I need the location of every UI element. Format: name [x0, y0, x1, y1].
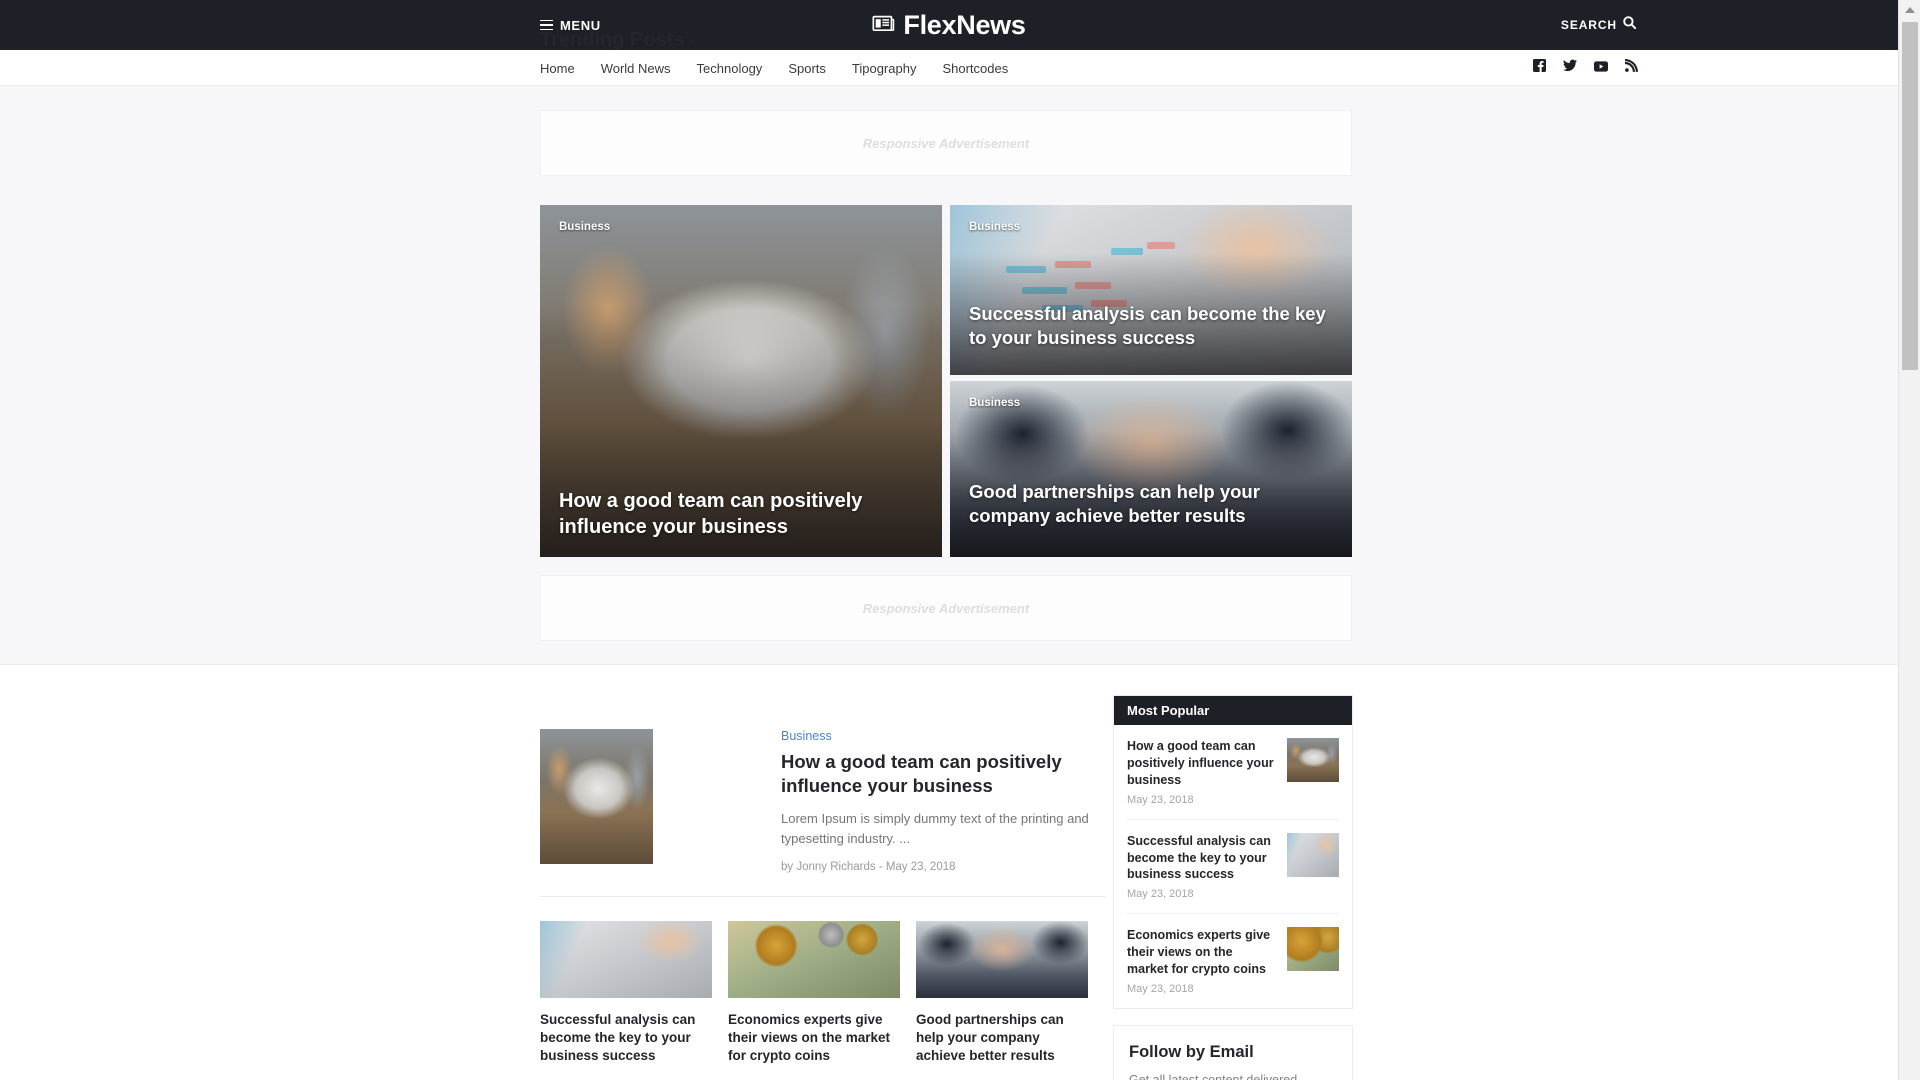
featured-post-category[interactable]: Business: [781, 729, 1106, 743]
popular-item-date: May 23, 2018: [1127, 793, 1194, 806]
featured-post-meta: by Jonny Richards - May 23, 2018: [781, 861, 956, 874]
youtube-icon[interactable]: [1594, 59, 1608, 77]
hero-card-primary-category: Business: [559, 221, 611, 233]
post-card: Good partnerships can help your company …: [916, 921, 1088, 1065]
advertisement-bottom: Responsive Advertisement: [540, 575, 1352, 641]
main-navigation: Home World News Technology Sports Tipogr…: [0, 50, 1898, 86]
advertisement-top-label: Responsive Advertisement: [862, 135, 1030, 151]
trending-posts-title: Trending Posts: [540, 29, 685, 51]
nav-item-shortcodes[interactable]: Shortcodes: [942, 61, 1008, 76]
popular-item-title[interactable]: Successful analysis can become the key t…: [1127, 833, 1277, 884]
post-card-title[interactable]: Successful analysis can become the key t…: [540, 1011, 712, 1065]
nav-item-home[interactable]: Home: [540, 61, 575, 76]
popular-item-text: How a good team can positively influence…: [1127, 738, 1277, 806]
popular-item-thumbnail[interactable]: [1287, 738, 1339, 782]
nav-item-tipography[interactable]: Tipography: [852, 61, 917, 76]
post-card: Economics experts give their views on th…: [728, 921, 900, 1065]
most-popular-widget: Most Popular How a good team can positiv…: [1113, 695, 1353, 1009]
top-bar: MENU FlexNews SEARCH: [0, 0, 1898, 50]
most-popular-list: How a good team can positively influence…: [1114, 725, 1352, 1008]
twitter-icon[interactable]: [1563, 59, 1577, 77]
post-card: Successful analysis can become the key t…: [540, 921, 712, 1065]
follow-by-email-description: Get all latest content delivered straigh…: [1129, 1072, 1298, 1080]
hero-card-primary[interactable]: Business How a good team can positively …: [540, 205, 942, 557]
search-icon: [1623, 16, 1637, 34]
featured-post-thumbnail[interactable]: [540, 729, 653, 864]
list-item: Economics experts give their views on th…: [1127, 914, 1339, 1008]
follow-by-email-title: Follow by Email: [1129, 1042, 1254, 1061]
post-card-title[interactable]: Good partnerships can help your company …: [916, 1011, 1088, 1065]
nav-links: Home World News Technology Sports Tipogr…: [540, 50, 1008, 86]
list-item: How a good team can positively influence…: [1127, 725, 1339, 820]
post-card-thumbnail[interactable]: [540, 921, 712, 998]
site-title: FlexNews: [903, 9, 1026, 40]
most-popular-title: Most Popular: [1127, 703, 1210, 718]
chevron-right-icon: ›: [689, 32, 695, 49]
featured-post-body: Business How a good team can positively …: [781, 729, 1106, 873]
rss-icon[interactable]: [1625, 59, 1638, 77]
site-logo[interactable]: FlexNews: [872, 9, 1026, 41]
post-card-title[interactable]: Economics experts give their views on th…: [728, 1011, 900, 1065]
page-root: MENU FlexNews SEARCH Home World News Tec…: [0, 0, 1920, 1080]
scrollbar-track[interactable]: [1898, 0, 1920, 1080]
advertisement-bottom-label: Responsive Advertisement: [862, 600, 1030, 616]
popular-item-title[interactable]: How a good team can positively influence…: [1127, 738, 1277, 789]
nav-item-technology[interactable]: Technology: [697, 61, 763, 76]
popular-item-title[interactable]: Economics experts give their views on th…: [1127, 927, 1277, 978]
hero-card-primary-title: How a good team can positively influence…: [559, 490, 863, 538]
advertisement-top: Responsive Advertisement: [540, 110, 1352, 176]
post-card-thumbnail[interactable]: [728, 921, 900, 998]
popular-item-thumbnail[interactable]: [1287, 927, 1339, 972]
most-popular-header: Most Popular: [1114, 696, 1352, 725]
popular-item-thumbnail[interactable]: [1287, 832, 1339, 877]
hero-card-secondary-2-category: Business: [969, 397, 1021, 409]
hero-section: Responsive Advertisement Business How a …: [0, 86, 1898, 665]
scrollbar-thumb[interactable]: [1902, 22, 1918, 370]
hero-card-secondary-1-category: Business: [969, 221, 1021, 233]
popular-item-date: May 23, 2018: [1127, 982, 1194, 995]
featured-post-excerpt: Lorem Ipsum is simply dummy text of the …: [781, 811, 1089, 847]
nav-item-world-news[interactable]: World News: [601, 61, 671, 76]
nav-item-sports[interactable]: Sports: [788, 61, 826, 76]
hero-card-secondary-1[interactable]: Business Successful analysis can become …: [950, 205, 1352, 375]
newspaper-icon: [872, 14, 895, 37]
featured-post-title[interactable]: How a good team can positively influence…: [781, 750, 1106, 798]
sidebar: Most Popular How a good team can positiv…: [1113, 695, 1353, 1080]
content-divider: [540, 896, 1106, 897]
list-item: Successful analysis can become the key t…: [1127, 820, 1339, 915]
hero-card-secondary-1-title: Successful analysis can become the key t…: [969, 303, 1326, 348]
follow-by-email-widget: Follow by Email Get all latest content d…: [1113, 1024, 1353, 1080]
popular-item-text: Successful analysis can become the key t…: [1127, 833, 1277, 901]
scrollbar-up-arrow[interactable]: [1899, 0, 1920, 20]
search-button-label: SEARCH: [1560, 18, 1617, 32]
popular-item-text: Economics experts give their views on th…: [1127, 927, 1277, 995]
hero-card-secondary-2[interactable]: Business Good partnerships can help your…: [950, 381, 1352, 557]
search-button[interactable]: SEARCH: [1560, 16, 1637, 34]
social-links: [1533, 50, 1638, 86]
post-card-thumbnail[interactable]: [916, 921, 1088, 998]
popular-item-date: May 23, 2018: [1127, 888, 1194, 901]
featured-post: Business How a good team can positively …: [540, 729, 1106, 873]
trending-posts-heading[interactable]: Trending Posts ›: [540, 29, 694, 52]
hero-grid: Business How a good team can positively …: [540, 205, 1352, 557]
hero-card-secondary-2-title: Good partnerships can help your company …: [969, 481, 1260, 526]
facebook-icon[interactable]: [1533, 59, 1546, 77]
